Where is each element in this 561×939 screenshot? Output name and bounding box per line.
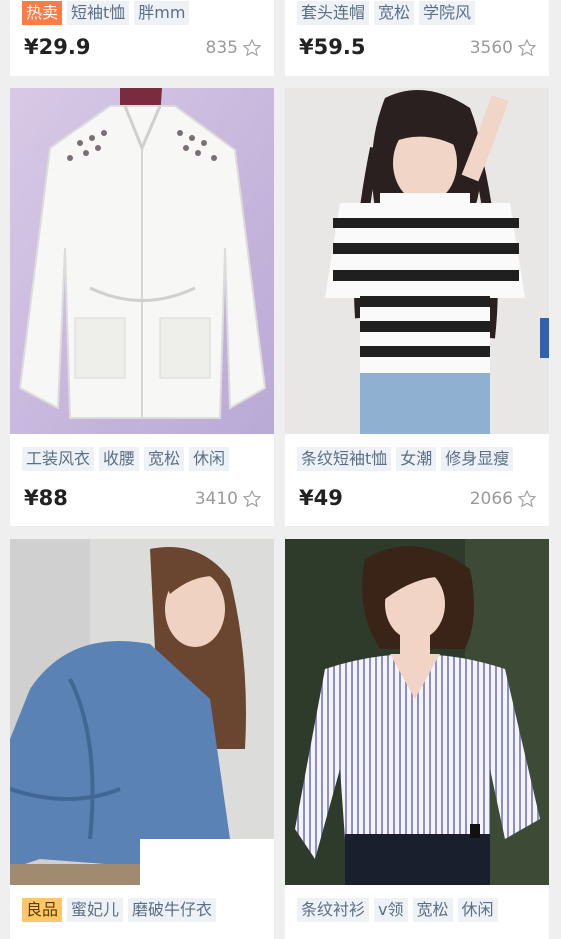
star-icon[interactable] <box>517 489 537 509</box>
hot-badge: 热卖 <box>22 1 63 25</box>
favorite-meta: 3410 <box>195 489 262 509</box>
price: ¥88 <box>24 486 68 510</box>
tag-list: 热卖 短袖t恤 胖mm <box>22 1 190 25</box>
tag: 学院风 <box>419 1 476 25</box>
tag: 条纹衬衫 <box>297 898 370 922</box>
price: ¥29.9 <box>24 35 91 59</box>
favorite-count: 2066 <box>469 489 513 509</box>
price: ¥49 <box>299 486 343 510</box>
product-card-5[interactable]: 良品 蜜妃儿 磨破牛仔衣 <box>10 539 274 939</box>
star-icon[interactable] <box>242 38 262 58</box>
product-image-striped-tee[interactable] <box>285 88 549 434</box>
tag: 蜜妃儿 <box>67 898 124 922</box>
tag: 宽松 <box>144 447 185 471</box>
tag: v领 <box>374 898 408 922</box>
tag: 磨破牛仔衣 <box>128 898 217 922</box>
tag: 修身显瘦 <box>441 447 514 471</box>
star-icon[interactable] <box>517 38 537 58</box>
favorite-count: 3560 <box>469 38 513 58</box>
star-icon[interactable] <box>242 489 262 509</box>
tag: 宽松 <box>412 898 453 922</box>
tag-list: 条纹衬衫 v领 宽松 休闲 <box>297 898 498 922</box>
product-card-2[interactable]: 套头连帽 宽松 学院风 ¥59.5 3560 <box>285 0 549 76</box>
tag: 宽松 <box>374 1 415 25</box>
favorite-meta: 835 <box>206 38 262 58</box>
product-image-white-jacket[interactable] <box>10 88 274 434</box>
price: ¥59.5 <box>299 35 366 59</box>
product-image-striped-shirt[interactable] <box>285 539 549 885</box>
tag: 收腰 <box>99 447 140 471</box>
tag-list: 条纹短袖t恤 女潮 修身显瘦 <box>297 447 514 471</box>
quality-badge: 良品 <box>22 898 63 922</box>
tag: 套头连帽 <box>297 1 370 25</box>
tag: 工装风衣 <box>22 447 95 471</box>
tag: 休闲 <box>189 447 230 471</box>
product-image-denim-jacket[interactable] <box>10 539 274 885</box>
tag: 短袖t恤 <box>67 1 130 25</box>
tag-list: 工装风衣 收腰 宽松 休闲 <box>22 447 230 471</box>
favorite-count: 835 <box>205 38 238 58</box>
tag: 女潮 <box>396 447 437 471</box>
tag: 胖mm <box>134 1 190 25</box>
favorite-meta: 2066 <box>470 489 537 509</box>
favorite-count: 3410 <box>194 489 238 509</box>
tag-list: 套头连帽 宽松 学院风 <box>297 1 476 25</box>
product-card-1[interactable]: 热卖 短袖t恤 胖mm ¥29.9 835 <box>10 0 274 76</box>
product-card-3[interactable]: 工装风衣 收腰 宽松 休闲 ¥88 3410 <box>10 88 274 526</box>
product-card-6[interactable]: 条纹衬衫 v领 宽松 休闲 <box>285 539 549 939</box>
tag: 休闲 <box>457 898 498 922</box>
favorite-meta: 3560 <box>470 38 537 58</box>
tag-list: 良品 蜜妃儿 磨破牛仔衣 <box>22 898 217 922</box>
product-card-4[interactable]: 条纹短袖t恤 女潮 修身显瘦 ¥49 2066 <box>285 88 549 526</box>
tag: 条纹短袖t恤 <box>297 447 392 471</box>
